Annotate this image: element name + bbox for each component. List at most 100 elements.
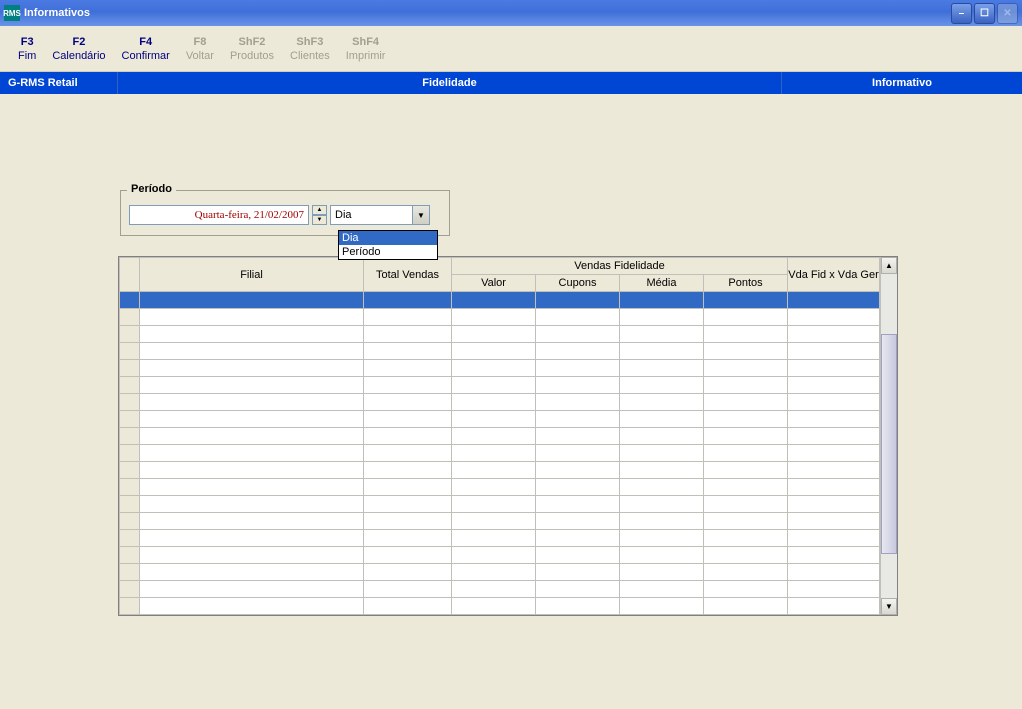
cell[interactable] xyxy=(140,428,364,445)
col-vda-fid-ger[interactable]: Vda Fid x Vda Ger xyxy=(788,258,880,292)
cell[interactable] xyxy=(536,360,620,377)
cell[interactable] xyxy=(620,394,704,411)
cell[interactable] xyxy=(536,445,620,462)
row-header[interactable] xyxy=(120,343,140,360)
period-type-dropdown[interactable]: DiaPeríodo xyxy=(338,230,438,260)
scroll-up-icon[interactable]: ▲ xyxy=(881,257,897,274)
cell[interactable] xyxy=(620,564,704,581)
cell[interactable] xyxy=(364,581,452,598)
cell[interactable] xyxy=(788,581,880,598)
period-type-combo[interactable]: Dia ▼ xyxy=(330,205,430,225)
table-row[interactable] xyxy=(120,377,880,394)
cell[interactable] xyxy=(536,343,620,360)
cell[interactable] xyxy=(788,360,880,377)
cell[interactable] xyxy=(364,377,452,394)
row-header[interactable] xyxy=(120,496,140,513)
dropdown-option[interactable]: Dia xyxy=(339,231,437,245)
row-header[interactable] xyxy=(120,411,140,428)
cell[interactable] xyxy=(452,564,536,581)
cell[interactable] xyxy=(536,581,620,598)
cell[interactable] xyxy=(788,513,880,530)
table-row[interactable] xyxy=(120,292,880,309)
cell[interactable] xyxy=(620,530,704,547)
cell[interactable] xyxy=(704,598,788,615)
cell[interactable] xyxy=(704,377,788,394)
table-row[interactable] xyxy=(120,530,880,547)
cell[interactable] xyxy=(452,445,536,462)
cell[interactable] xyxy=(788,547,880,564)
cell[interactable] xyxy=(788,377,880,394)
cell[interactable] xyxy=(140,496,364,513)
cell[interactable] xyxy=(364,513,452,530)
cell[interactable] xyxy=(620,428,704,445)
row-header[interactable] xyxy=(120,479,140,496)
cell[interactable] xyxy=(364,598,452,615)
table-row[interactable] xyxy=(120,513,880,530)
cell[interactable] xyxy=(364,343,452,360)
cell[interactable] xyxy=(452,411,536,428)
cell[interactable] xyxy=(452,462,536,479)
cell[interactable] xyxy=(704,513,788,530)
cell[interactable] xyxy=(620,292,704,309)
cell[interactable] xyxy=(620,326,704,343)
row-header[interactable] xyxy=(120,530,140,547)
cell[interactable] xyxy=(536,428,620,445)
row-header[interactable] xyxy=(120,513,140,530)
cell[interactable] xyxy=(788,496,880,513)
cell[interactable] xyxy=(364,309,452,326)
row-header[interactable] xyxy=(120,292,140,309)
row-header[interactable] xyxy=(120,377,140,394)
cell[interactable] xyxy=(140,581,364,598)
cell[interactable] xyxy=(704,445,788,462)
cell[interactable] xyxy=(364,360,452,377)
toolbar-fim[interactable]: F3Fim xyxy=(10,32,44,66)
cell[interactable] xyxy=(704,462,788,479)
cell[interactable] xyxy=(140,462,364,479)
cell[interactable] xyxy=(140,479,364,496)
col-cupons[interactable]: Cupons xyxy=(536,275,620,292)
row-header[interactable] xyxy=(120,394,140,411)
date-spinner[interactable]: ▲ ▼ xyxy=(312,205,327,225)
cell[interactable] xyxy=(364,496,452,513)
row-header[interactable] xyxy=(120,428,140,445)
cell[interactable] xyxy=(364,462,452,479)
cell[interactable] xyxy=(140,326,364,343)
col-pontos[interactable]: Pontos xyxy=(704,275,788,292)
table-row[interactable] xyxy=(120,598,880,615)
cell[interactable] xyxy=(620,309,704,326)
cell[interactable] xyxy=(536,598,620,615)
cell[interactable] xyxy=(140,394,364,411)
table-row[interactable] xyxy=(120,394,880,411)
table-row[interactable] xyxy=(120,547,880,564)
table-row[interactable] xyxy=(120,360,880,377)
cell[interactable] xyxy=(364,564,452,581)
cell[interactable] xyxy=(140,564,364,581)
cell[interactable] xyxy=(536,394,620,411)
cell[interactable] xyxy=(704,394,788,411)
table-row[interactable] xyxy=(120,462,880,479)
cell[interactable] xyxy=(536,292,620,309)
table-row[interactable] xyxy=(120,411,880,428)
cell[interactable] xyxy=(788,411,880,428)
cell[interactable] xyxy=(788,343,880,360)
cell[interactable] xyxy=(788,394,880,411)
cell[interactable] xyxy=(364,411,452,428)
cell[interactable] xyxy=(452,343,536,360)
table-row[interactable] xyxy=(120,581,880,598)
col-media[interactable]: Média xyxy=(620,275,704,292)
toolbar-confirmar[interactable]: F4Confirmar xyxy=(114,32,178,66)
cell[interactable] xyxy=(704,547,788,564)
cell[interactable] xyxy=(704,343,788,360)
cell[interactable] xyxy=(620,377,704,394)
minimize-button[interactable]: – xyxy=(951,3,972,24)
cell[interactable] xyxy=(452,547,536,564)
date-input[interactable] xyxy=(129,205,309,225)
row-header[interactable] xyxy=(120,581,140,598)
table-row[interactable] xyxy=(120,445,880,462)
row-header[interactable] xyxy=(120,462,140,479)
row-header[interactable] xyxy=(120,326,140,343)
maximize-button[interactable]: ☐ xyxy=(974,3,995,24)
cell[interactable] xyxy=(788,530,880,547)
cell[interactable] xyxy=(788,292,880,309)
cell[interactable] xyxy=(452,598,536,615)
